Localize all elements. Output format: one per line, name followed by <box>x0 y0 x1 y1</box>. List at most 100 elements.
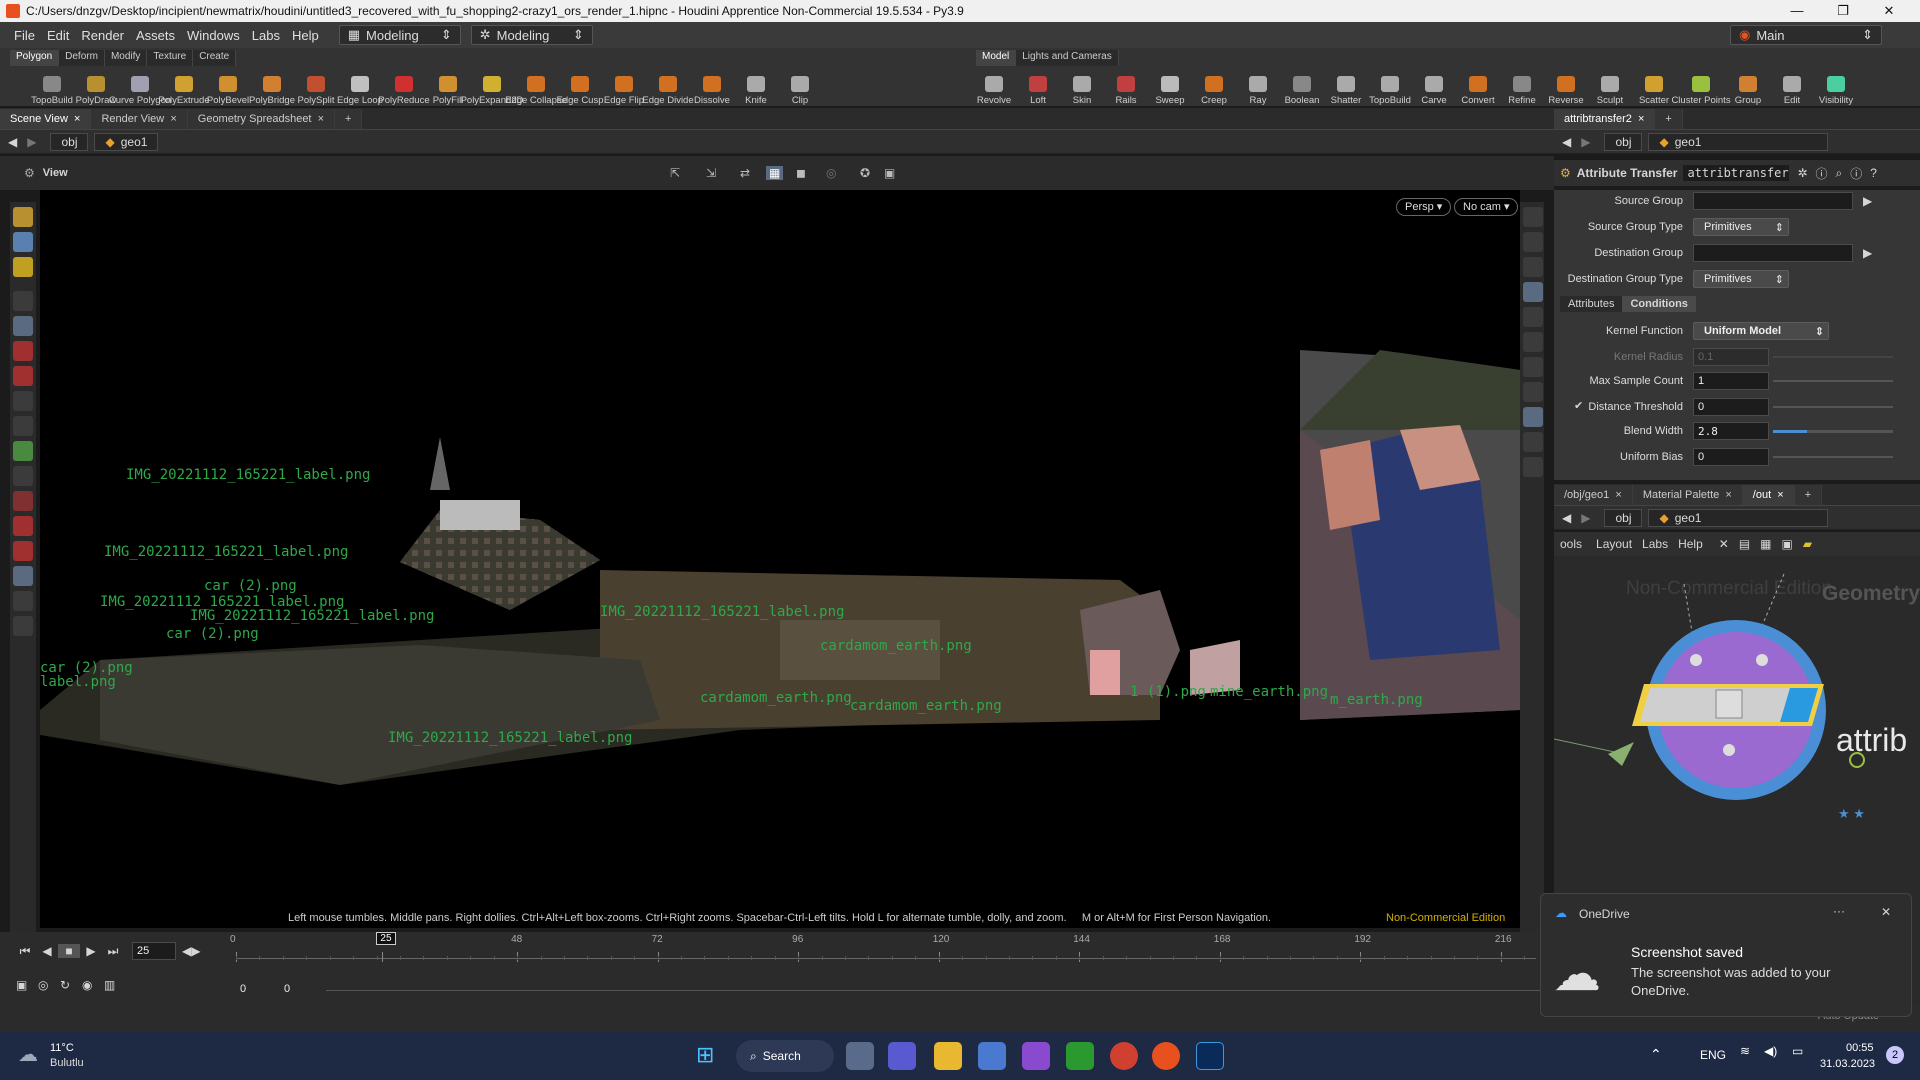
step-back-icon[interactable]: ◀ <box>36 944 58 958</box>
teapot-icon[interactable] <box>13 616 33 636</box>
minimize-button[interactable]: — <box>1774 0 1820 22</box>
shelf-tool-dissolve[interactable]: Dissolve <box>690 68 734 106</box>
display-option-icon[interactable] <box>1523 432 1543 452</box>
shelf-tool-polybridge[interactable]: PolyBridge <box>249 68 295 106</box>
jump-start-icon[interactable]: ⏮ <box>14 944 36 959</box>
range-bar[interactable] <box>326 990 1546 991</box>
speaker-icon[interactable]: ◀) <box>1764 1044 1777 1058</box>
view-mode-icon[interactable]: ▦ <box>766 166 784 180</box>
shelf-tool-shatter[interactable]: Shatter <box>1324 68 1368 106</box>
add-tab-button[interactable]: + <box>1794 485 1823 505</box>
forward-arrow-icon[interactable]: ▶ <box>27 135 36 149</box>
shelf-tool-curve-polygon[interactable]: Curve Polygon <box>109 68 171 106</box>
shelf-tool-creep[interactable]: Creep <box>1192 68 1236 106</box>
task-view-icon[interactable] <box>846 1042 874 1070</box>
camera-menu[interactable]: No cam ▾ <box>1454 198 1519 216</box>
forward-arrow-icon[interactable]: ▶ <box>1581 511 1590 525</box>
forward-arrow-icon[interactable]: ▶ <box>1581 135 1590 149</box>
shelf-tool-carve[interactable]: Carve <box>1412 68 1456 106</box>
tab-attributes[interactable]: Attributes <box>1560 296 1623 312</box>
display-option-icon[interactable] <box>1523 357 1543 377</box>
snap-grid-icon[interactable] <box>13 441 33 461</box>
shelf-tool-edge-cusp[interactable]: Edge Cusp <box>557 68 604 106</box>
file-explorer-icon[interactable] <box>934 1042 962 1070</box>
shelf-tool-polyextrude[interactable]: PolyExtrude <box>158 68 210 106</box>
shelf-tab-texture[interactable]: Texture <box>147 50 194 66</box>
chrome-icon[interactable] <box>1110 1042 1138 1070</box>
checkbox-icon[interactable]: ✔ <box>1574 399 1583 412</box>
shelf-tool-rails[interactable]: Rails <box>1104 68 1148 106</box>
shelf-tool-edge-collapse[interactable]: Edge Collapse <box>505 68 567 106</box>
wrench-icon[interactable]: ✕ <box>1719 537 1729 551</box>
kernel-radius-slider[interactable] <box>1773 356 1893 358</box>
blend-width-slider[interactable] <box>1773 429 1893 433</box>
menu-tools[interactable]: ools <box>1560 537 1582 551</box>
shelf-tab-deform[interactable]: Deform <box>59 50 105 66</box>
shelf-tool-visibility[interactable]: Visibility <box>1814 68 1858 106</box>
shelf-tool-edge-loop[interactable]: Edge Loop <box>337 68 383 106</box>
shelf-tool-scatter[interactable]: Scatter <box>1632 68 1676 106</box>
context-selector[interactable]: ✲ Modeling ⇕ <box>470 25 593 45</box>
end-frame-field[interactable]: 0 <box>280 980 320 998</box>
wifi-icon[interactable]: ≋ <box>1740 1044 1750 1058</box>
menu-edit[interactable]: Edit <box>47 28 69 43</box>
node-name-field[interactable]: attribtransfer2 <box>1683 165 1790 181</box>
max-sample-slider[interactable] <box>1773 380 1893 382</box>
shelf-tool-skin[interactable]: Skin <box>1060 68 1104 106</box>
menu-labs[interactable]: Labs <box>252 28 280 43</box>
shelf-tool-reverse[interactable]: Reverse <box>1544 68 1588 106</box>
xbox-icon[interactable] <box>1066 1042 1094 1070</box>
dest-group-type-menu[interactable]: Primitives ⇕ <box>1693 270 1789 288</box>
distance-threshold-field[interactable]: 0 <box>1693 398 1769 416</box>
brush-icon[interactable] <box>13 366 33 386</box>
menu-assets[interactable]: Assets <box>136 28 175 43</box>
add-tab-button[interactable]: + <box>1655 109 1683 129</box>
shelf-tool-group[interactable]: Group <box>1726 68 1770 106</box>
lock-icon[interactable] <box>13 316 33 336</box>
kernel-function-menu[interactable]: Uniform Model ⇕ <box>1693 322 1829 340</box>
arrow-icon[interactable]: ▶ <box>1863 246 1872 260</box>
add-tab-button[interactable]: + <box>335 109 363 129</box>
loop-icon[interactable] <box>13 516 33 536</box>
pose-tool-icon[interactable] <box>13 257 33 277</box>
shelf-tool-edit[interactable]: Edit <box>1770 68 1814 106</box>
shelf-tab-lights-and-cameras[interactable]: Lights and Cameras <box>1016 50 1119 66</box>
desktop-selector[interactable]: ▦ Modeling ⇕ <box>338 25 461 45</box>
question-icon[interactable]: ? <box>1870 166 1877 180</box>
tab-scene-view[interactable]: Scene View × <box>0 109 92 129</box>
render-icon[interactable]: ◎ <box>826 166 836 180</box>
globe-icon[interactable] <box>13 591 33 611</box>
shelf-tool-loft[interactable]: Loft <box>1016 68 1060 106</box>
close-button[interactable]: ✕ <box>1866 0 1912 22</box>
path-geo[interactable]: ◆ geo1 <box>1648 132 1829 151</box>
photoshop-icon[interactable] <box>1196 1042 1224 1070</box>
snap-icon[interactable]: ◼ <box>796 166 806 180</box>
language-indicator[interactable]: ENG <box>1700 1048 1726 1062</box>
shelf-tool-refine[interactable]: Refine <box>1500 68 1544 106</box>
loop-icon[interactable]: ↻ <box>60 978 82 992</box>
view-tool-icon[interactable] <box>13 232 33 252</box>
tray-chevron-icon[interactable]: ⌃ <box>1650 1046 1662 1063</box>
camera-icon[interactable]: ✪ <box>860 166 870 180</box>
path-obj[interactable]: obj <box>1604 132 1643 151</box>
help-icon[interactable]: ⓘ <box>1816 165 1828 182</box>
shelf-tab-model[interactable]: Model <box>976 50 1017 66</box>
distance-threshold-slider[interactable] <box>1773 406 1893 408</box>
clock-date[interactable]: 31.03.2023 <box>1820 1058 1875 1070</box>
persp-menu[interactable]: Persp ▾ <box>1396 198 1452 216</box>
battery-icon[interactable]: ▭ <box>1792 1044 1803 1058</box>
handle-tool-icon[interactable] <box>13 207 33 227</box>
list-view-icon[interactable]: ▤ <box>1739 537 1750 551</box>
audio-icon[interactable]: ◎ <box>38 978 60 992</box>
pivot-icon[interactable] <box>13 416 33 436</box>
tab-material-palette[interactable]: Material Palette × <box>1632 485 1743 505</box>
shelf-tool-ray[interactable]: Ray <box>1236 68 1280 106</box>
shelf-tool-polyreduce[interactable]: PolyReduce <box>378 68 430 106</box>
select-arrow-icon[interactable] <box>13 291 33 311</box>
shelf-tool-polybevel[interactable]: PolyBevel <box>206 68 250 106</box>
tab-geometry-spreadsheet[interactable]: Geometry Spreadsheet × <box>187 109 336 129</box>
arrow-icon[interactable]: ▶ <box>1863 194 1872 208</box>
tab-attribtransfer2[interactable]: attribtransfer2 × <box>1554 109 1656 129</box>
horseshoe-magnet-icon[interactable] <box>13 541 33 561</box>
shelf-tab-modify[interactable]: Modify <box>104 50 148 66</box>
